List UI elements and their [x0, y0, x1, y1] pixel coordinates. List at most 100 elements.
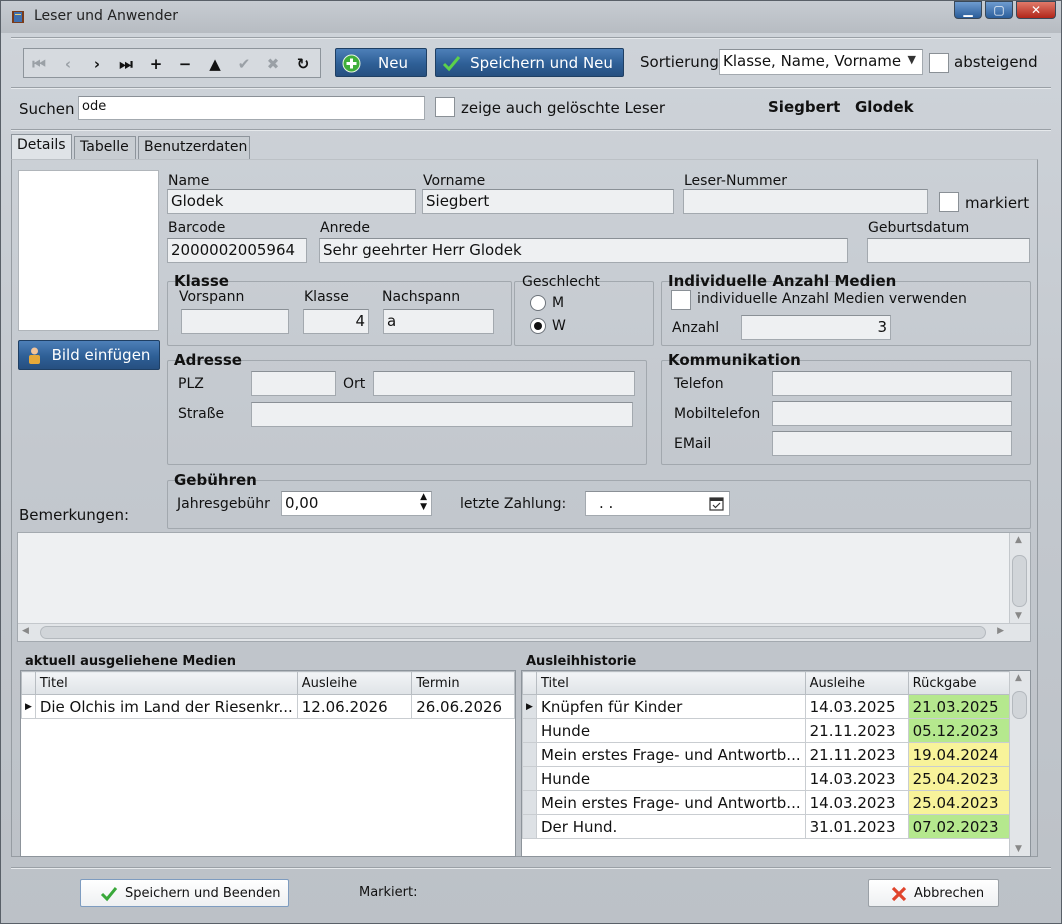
scroll-up-icon[interactable]: ▲	[1015, 535, 1022, 545]
scroll-down-icon[interactable]: ▼	[1015, 611, 1022, 621]
cell-ausleihe[interactable]: 12.06.2026	[296, 694, 413, 719]
minimize-button[interactable]: ▁	[954, 1, 982, 19]
cell-rueckgabe[interactable]: 19.04.2024	[907, 742, 1015, 767]
cell-ausleihe[interactable]: 14.03.2023	[804, 766, 909, 791]
memo-vertical-scrollbar[interactable]: ▲ ▼	[1009, 533, 1030, 623]
cell-ausleihe[interactable]: 14.03.2023	[804, 790, 909, 815]
vorname-field[interactable]: Siegbert	[422, 189, 674, 214]
scroll-down-icon[interactable]: ▼	[1015, 844, 1022, 854]
scroll-left-icon[interactable]: ◀	[22, 626, 29, 636]
jahresgebuehr-spinner[interactable]: 0,00 ▲ ▼	[281, 491, 432, 516]
scroll-right-icon[interactable]: ▶	[997, 626, 1004, 636]
maximize-button[interactable]: ▢	[985, 1, 1013, 19]
sort-select[interactable]: Klasse, Name, Vorname ▼	[719, 49, 923, 75]
vorspann-field[interactable]	[181, 309, 289, 334]
cell-rueckgabe[interactable]: 25.04.2023	[907, 766, 1015, 791]
cell-titel[interactable]: Mein erstes Frage- und Antwortb...	[536, 790, 806, 815]
nav-last-button[interactable]: ⏭	[115, 53, 137, 75]
nav-edit-button[interactable]: ▲	[204, 53, 226, 75]
letzte-zahlung-field[interactable]: . .	[585, 491, 730, 516]
cell-rueckgabe[interactable]: 25.04.2023	[907, 790, 1015, 815]
telefon-field[interactable]	[772, 371, 1012, 396]
name-field[interactable]: Glodek	[167, 189, 416, 214]
ort-field[interactable]	[373, 371, 635, 396]
tab-benutzerdaten[interactable]: Benutzerdaten	[138, 136, 250, 159]
cell-titel[interactable]: Die Olchis im Land der Riesenkr...	[34, 694, 298, 719]
nav-prior-button[interactable]: ‹	[57, 53, 79, 75]
table-row[interactable]: Mein erstes Frage- und Antwortb... 14.03…	[522, 790, 1015, 815]
klasse-field[interactable]: 4	[303, 309, 369, 334]
cell-ausleihe[interactable]: 21.11.2023	[804, 742, 909, 767]
anrede-field[interactable]: Sehr geehrter Herr Glodek	[319, 238, 848, 263]
bemerkungen-memo[interactable]: ▲ ▼ ◀ ▶	[17, 532, 1031, 642]
cell-ausleihe[interactable]: 14.03.2025	[804, 694, 909, 719]
email-field[interactable]	[772, 431, 1012, 456]
tab-details[interactable]: Details	[11, 134, 72, 160]
cell-rueckgabe[interactable]: 21.03.2025	[907, 694, 1015, 719]
nav-delete-button[interactable]: −	[174, 53, 196, 75]
column-header-titel[interactable]: Titel	[34, 671, 298, 695]
nachspann-field[interactable]: a	[383, 309, 494, 334]
barcode-field[interactable]: 2000002005964	[167, 238, 307, 263]
mobiltelefon-field[interactable]	[772, 401, 1012, 426]
ausgeliehen-grid[interactable]: Titel Ausleihe Termin ▶ Die Olchis im La…	[20, 670, 516, 857]
table-row[interactable]: Hunde 14.03.2023 25.04.2023	[522, 766, 1015, 791]
close-window-button[interactable]: ✕	[1016, 1, 1056, 19]
descending-checkbox[interactable]	[929, 53, 949, 73]
show-deleted-checkbox[interactable]	[435, 97, 455, 117]
column-header-titel[interactable]: Titel	[536, 671, 806, 695]
column-header-ausleihe[interactable]: Ausleihe	[296, 671, 413, 695]
search-input[interactable]: ode	[78, 96, 425, 120]
individuelle-anzahl-checkbox[interactable]	[671, 290, 691, 310]
spinner-arrows-icon[interactable]: ▲ ▼	[420, 492, 427, 512]
column-header-rueckgabe[interactable]: Rückgabe	[907, 671, 1015, 695]
anzahl-field[interactable]: 3	[741, 315, 891, 340]
cell-ausleihe[interactable]: 21.11.2023	[804, 718, 909, 743]
column-header-ausleihe[interactable]: Ausleihe	[804, 671, 909, 695]
nav-first-button[interactable]: ⏮	[28, 53, 50, 75]
plz-field[interactable]	[251, 371, 336, 396]
new-button[interactable]: Neu	[335, 48, 427, 77]
table-row[interactable]: ▶ Knüpfen für Kinder 14.03.2025 21.03.20…	[522, 694, 1015, 719]
cancel-button[interactable]: Abbrechen	[868, 879, 999, 907]
cell-rueckgabe[interactable]: 07.02.2023	[907, 814, 1015, 839]
historie-grid[interactable]: Titel Ausleihe Rückgabe ▶ Knüpfen für Ki…	[521, 670, 1031, 857]
cell-titel[interactable]: Mein erstes Frage- und Antwortb...	[536, 742, 806, 767]
scroll-up-icon[interactable]: ▲	[1015, 673, 1022, 683]
jahresgebuehr-value: 0,00	[285, 494, 319, 512]
tab-tabelle[interactable]: Tabelle	[74, 136, 136, 159]
klasse-label: Klasse	[304, 289, 349, 305]
memo-horizontal-scrollbar[interactable]: ◀ ▶	[18, 623, 1030, 641]
table-row[interactable]: ▶ Die Olchis im Land der Riesenkr... 12.…	[21, 694, 515, 719]
geburtsdatum-field[interactable]	[867, 238, 1030, 263]
strasse-field[interactable]	[251, 402, 633, 427]
cell-ausleihe[interactable]: 31.01.2023	[804, 814, 909, 839]
nav-next-button[interactable]: ›	[86, 53, 108, 75]
column-header-termin[interactable]: Termin	[411, 671, 515, 695]
table-row[interactable]: Hunde 21.11.2023 05.12.2023	[522, 718, 1015, 743]
nav-cancel-button[interactable]: ✖	[262, 53, 284, 75]
memo-hscroll-thumb[interactable]	[40, 626, 986, 639]
historie-vscroll-thumb[interactable]	[1012, 691, 1027, 719]
cell-titel[interactable]: Hunde	[536, 766, 806, 791]
cell-termin[interactable]: 26.06.2026	[411, 694, 515, 719]
historie-vertical-scrollbar[interactable]: ▲ ▼	[1009, 671, 1030, 856]
gender-w-radio[interactable]	[530, 318, 546, 334]
memo-vscroll-thumb[interactable]	[1012, 555, 1027, 607]
markiert-checkbox[interactable]	[939, 192, 959, 212]
gender-m-radio[interactable]	[530, 295, 546, 311]
nav-refresh-button[interactable]: ↻	[292, 53, 314, 75]
save-and-new-button[interactable]: Speichern und Neu	[435, 48, 624, 77]
calendar-icon[interactable]	[709, 496, 724, 511]
cell-rueckgabe[interactable]: 05.12.2023	[907, 718, 1015, 743]
nav-post-button[interactable]: ✔	[233, 53, 255, 75]
leser-nummer-field[interactable]	[683, 189, 928, 214]
nav-insert-button[interactable]: +	[145, 53, 167, 75]
insert-image-button[interactable]: Bild einfügen	[18, 340, 160, 370]
cell-titel[interactable]: Knüpfen für Kinder	[536, 694, 806, 719]
cell-titel[interactable]: Hunde	[536, 718, 806, 743]
cell-titel[interactable]: Der Hund.	[536, 814, 806, 839]
save-and-close-button[interactable]: Speichern und Beenden	[80, 879, 289, 907]
table-row[interactable]: Mein erstes Frage- und Antwortb... 21.11…	[522, 742, 1015, 767]
table-row[interactable]: Der Hund. 31.01.2023 07.02.2023	[522, 814, 1015, 839]
